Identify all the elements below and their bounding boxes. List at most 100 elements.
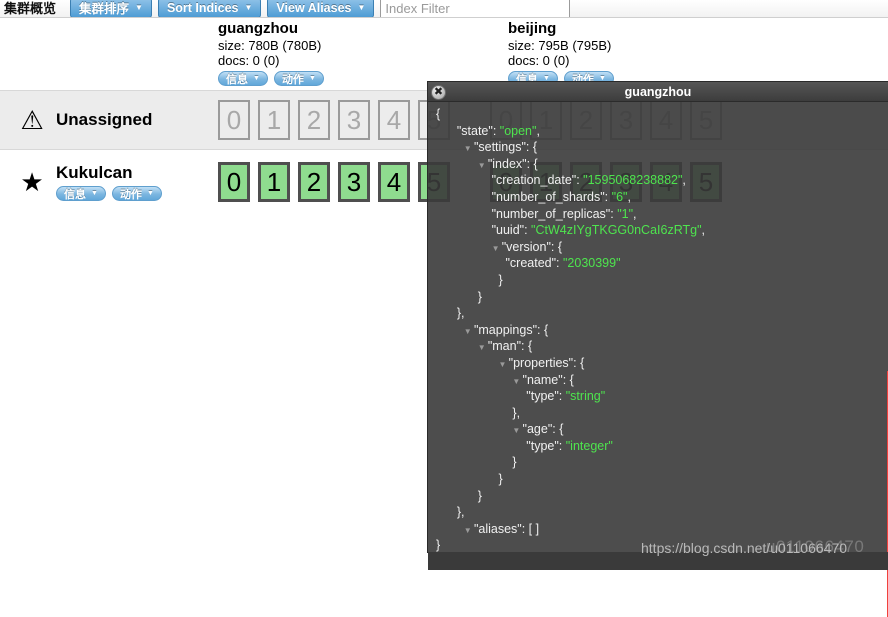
json-key: "created": [505,256,563,271]
json-line: }, [436,305,888,322]
chevron-down-icon[interactable]: ▼ [464,144,474,153]
json-key: "properties": [508,355,581,370]
json-punctuation: [ ] [528,521,540,536]
json-value: "open" [499,123,537,138]
json-punctuation: } [498,272,503,287]
shard-box[interactable]: 4 [378,100,410,140]
json-punctuation: { [527,339,533,354]
json-key: "aliases": [473,521,529,536]
chevron-down-icon[interactable]: ▼ [512,377,522,386]
json-key: "state": [456,123,500,138]
json-punctuation: , [627,189,631,204]
node-name: Unassigned [56,110,153,129]
json-key: "number_of_shards": [491,189,612,204]
node-header-kukulcan: ★ Kukulcan 信息 ▼ 动作 ▼ [0,163,210,201]
chevron-down-icon: ▼ [598,75,606,82]
json-value: "1" [617,206,634,221]
node-info-button[interactable]: 信息 ▼ [56,186,106,201]
json-punctuation: { [580,355,585,370]
view-aliases-label: View Aliases [276,0,352,15]
chevron-down-icon: ▼ [308,75,316,82]
json-punctuation: , [536,123,540,138]
json-line: ▼ "mappings": { [436,322,888,339]
shard-box[interactable]: 2 [298,100,330,140]
json-line: { [436,106,888,123]
node-action-label: 动作 [119,188,142,201]
index-action-button[interactable]: 动作 ▼ [273,71,324,86]
chevron-down-icon[interactable]: ▼ [512,426,522,435]
shard-group-kukulcan-guangzhou: 012345 [218,162,450,202]
json-key: "number_of_replicas": [491,206,618,221]
json-key: "settings": [473,140,533,155]
chevron-down-icon[interactable]: ▼ [499,360,509,369]
shard-group-unassigned-guangzhou: 012345 [218,100,450,140]
json-punctuation: , [701,223,706,238]
node-action-button[interactable]: 动作 ▼ [111,186,162,201]
shard-box[interactable]: 3 [338,100,370,140]
shard-box[interactable]: 1 [258,162,290,202]
index-card-guangzhou: guangzhou size: 780B (780B) docs: 0 (0) … [218,20,324,86]
shard-box[interactable]: 3 [338,162,370,202]
modal-json-viewer[interactable]: { "state": "open", ▼ "settings": { ▼ "in… [428,102,888,554]
json-punctuation: }, [456,505,465,520]
index-name: beijing [508,20,557,37]
json-punctuation: , [633,206,637,221]
view-aliases-button[interactable]: View Aliases ▼ [267,0,375,17]
chevron-down-icon[interactable]: ▼ [478,343,488,352]
json-line: "type": "string" [436,388,888,405]
json-line: "created": "2030399" [436,255,888,272]
json-line: ▼ "aliases": [ ] [436,521,888,538]
index-size: size: 795B (795B) [508,38,612,53]
json-punctuation: { [557,239,563,254]
chevron-down-icon[interactable]: ▼ [464,327,474,336]
json-line: "number_of_replicas": "1", [436,206,888,223]
json-line: "state": "open", [436,123,888,140]
json-punctuation: , [682,173,686,188]
json-line: } [436,488,888,505]
chevron-down-icon[interactable]: ▼ [478,161,488,170]
json-value: "2030399" [562,256,621,271]
json-punctuation: { [543,322,549,337]
json-key: "mappings": [473,322,544,337]
sort-cluster-label: 集群排序 [79,2,130,16]
shard-box[interactable]: 2 [298,162,330,202]
json-key: "name": [522,372,570,387]
sort-indices-button[interactable]: Sort Indices ▼ [157,0,262,17]
json-key: "man": [487,339,528,354]
json-line: "creation_date": "1595068238882", [436,172,888,189]
sort-indices-label: Sort Indices [166,0,239,15]
shard-box[interactable]: 4 [378,162,410,202]
json-key: "uuid": [491,223,532,238]
index-action-label: 动作 [281,73,304,86]
index-info-button[interactable]: 信息 ▼ [218,71,268,86]
json-punctuation: { [559,422,564,437]
index-info-label: 信息 [226,73,248,86]
modal-titlebar: ✖ guangzhou [428,82,888,102]
shard-box[interactable]: 0 [218,100,250,140]
json-punctuation: } [477,289,482,304]
shard-box[interactable]: 0 [218,162,250,202]
node-header-unassigned: ⚠ Unassigned [0,107,210,133]
chevron-down-icon[interactable]: ▼ [492,244,502,253]
sort-cluster-button[interactable]: 集群排序 ▼ [70,0,152,17]
shard-box[interactable]: 1 [258,100,290,140]
json-line: ▼ "index": { [436,156,888,173]
json-value: "1595068238882" [583,173,683,188]
chevron-down-icon: ▼ [135,2,143,12]
json-key: "type": [526,389,566,404]
index-filter-input[interactable] [380,0,571,17]
chevron-down-icon[interactable]: ▼ [464,526,474,535]
index-docs: docs: 0 (0) [218,53,280,68]
